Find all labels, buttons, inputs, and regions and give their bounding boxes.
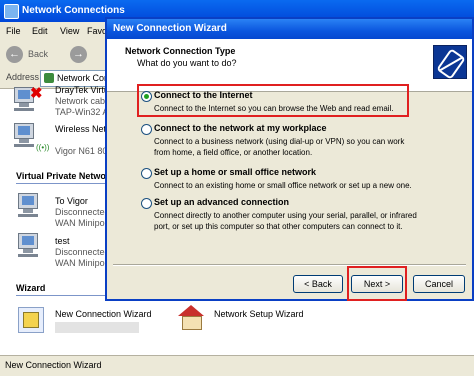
- network-setup-wizard-icon[interactable]: [178, 305, 204, 330]
- option-description: Connect to an existing home or small off…: [154, 181, 412, 190]
- option-label: Connect to the Internet: [154, 90, 253, 100]
- dialog-divider: [113, 264, 466, 266]
- status-text: New Connection Wizard: [5, 360, 102, 370]
- radio-button-selected[interactable]: [141, 91, 152, 102]
- disconnected-x-icon: ✖: [30, 85, 43, 102]
- vpn-connection-icon[interactable]: [18, 233, 40, 259]
- radio-button[interactable]: [141, 168, 152, 179]
- radio-button[interactable]: [141, 124, 152, 135]
- wizard-group-heading: Wizard: [16, 283, 46, 293]
- selection-highlight: [55, 322, 139, 333]
- menu-file[interactable]: File: [6, 26, 21, 36]
- status-bar: New Connection Wizard: [0, 355, 474, 376]
- address-label: Address: [6, 72, 40, 82]
- option-label: Connect to the network at my workplace: [154, 123, 327, 133]
- new-connection-wizard-dialog: New Connection Wizard Network Connection…: [105, 17, 474, 301]
- dialog-title: New Connection Wizard: [113, 23, 227, 34]
- network-folder-icon: [4, 4, 19, 19]
- vpn-group-heading: Virtual Private Network: [16, 171, 115, 181]
- group-divider: [16, 183, 106, 184]
- network-connections-icon: [44, 73, 54, 83]
- back-label: Back: [28, 49, 49, 59]
- menu-edit[interactable]: Edit: [32, 26, 48, 36]
- radio-button[interactable]: [141, 198, 152, 209]
- back-button[interactable]: < Back: [293, 275, 343, 293]
- wireless-connection-icon[interactable]: [14, 123, 36, 149]
- back-arrow-icon: ←: [6, 46, 23, 63]
- header-subtitle: What do you want to do?: [137, 58, 237, 68]
- option-label: Set up a home or small office network: [154, 167, 317, 177]
- window-title: Network Connections: [22, 5, 125, 16]
- network-cable-icon: [433, 45, 467, 80]
- next-button[interactable]: Next >: [351, 275, 403, 293]
- dialog-title-bar[interactable]: New Connection Wizard: [107, 19, 472, 39]
- new-connection-wizard-icon[interactable]: [18, 307, 44, 333]
- network-setup-wizard-item[interactable]: Network Setup Wizard: [214, 309, 304, 320]
- option-description: Connect to a business network (using dia…: [154, 137, 405, 157]
- new-connection-wizard-item[interactable]: New Connection Wizard: [55, 309, 152, 320]
- wireless-signal-icon: ((•)): [36, 143, 50, 152]
- forward-arrow-icon[interactable]: →: [70, 46, 87, 63]
- option-description: Connect to the Internet so you can brows…: [154, 104, 394, 113]
- menu-view[interactable]: View: [60, 26, 79, 36]
- option-description: Connect directly to another computer usi…: [154, 211, 417, 231]
- header-title: Network Connection Type: [125, 46, 236, 56]
- vpn-connection-icon[interactable]: [18, 193, 40, 219]
- option-label: Set up an advanced connection: [154, 197, 290, 207]
- back-button[interactable]: ← Back: [6, 45, 58, 65]
- cancel-button[interactable]: Cancel: [413, 275, 465, 293]
